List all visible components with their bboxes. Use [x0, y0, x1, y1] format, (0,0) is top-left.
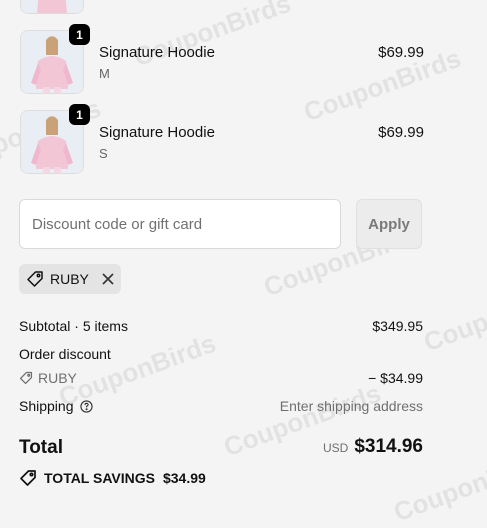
product-price: $69.99: [378, 124, 424, 141]
tag-icon: [19, 371, 33, 385]
product-price: $69.99: [378, 44, 424, 61]
savings-label: TOTAL SAVINGS: [44, 470, 155, 486]
total-savings: TOTAL SAVINGS $34.99: [19, 469, 206, 487]
cart-item: 1 Signature Hoodie S $69.99: [20, 104, 424, 174]
product-variant: M: [99, 66, 110, 81]
subtotal-value: $349.95: [372, 318, 423, 334]
close-icon[interactable]: [101, 272, 115, 286]
currency-code: USD: [322, 441, 349, 455]
cart-item: 1 Signature Hoodie M $69.99: [20, 24, 424, 94]
applied-discount-chip: RUBY: [19, 264, 121, 294]
help-circle-icon[interactable]: [79, 399, 93, 413]
order-discount-row: Order discount: [19, 346, 423, 362]
shipping-row: Shipping Enter shipping address: [19, 398, 423, 414]
discount-code-label: RUBY: [50, 271, 89, 287]
product-thumbnail: [20, 0, 84, 14]
quantity-badge: 1: [69, 104, 90, 125]
tag-icon: [26, 270, 44, 288]
product-variant: S: [99, 146, 108, 161]
savings-value: $34.99: [162, 470, 206, 486]
watermark: CouponBirds: [419, 272, 487, 358]
order-discount-label: Order discount: [19, 346, 111, 362]
discount-amount: − $34.99: [368, 370, 423, 386]
tag-icon: [19, 469, 37, 487]
total-amount: $314.96: [354, 436, 423, 457]
discount-code-name: RUBY: [38, 370, 77, 386]
discount-code-row: RUBY − $34.99: [19, 370, 423, 388]
total-label: Total: [19, 437, 63, 458]
product-name: Signature Hoodie: [99, 44, 215, 61]
apply-discount-button[interactable]: Apply: [356, 199, 422, 249]
quantity-badge: 1: [69, 24, 90, 45]
subtotal-row: Subtotal · 5 items $349.95: [19, 318, 423, 334]
discount-code-input[interactable]: [19, 199, 341, 249]
subtotal-label: Subtotal · 5 items: [19, 318, 128, 334]
product-name: Signature Hoodie: [99, 124, 215, 141]
total-amount-group: USD $314.96: [323, 436, 423, 458]
shipping-value: Enter shipping address: [279, 398, 423, 414]
shipping-label: Shipping: [19, 398, 74, 414]
